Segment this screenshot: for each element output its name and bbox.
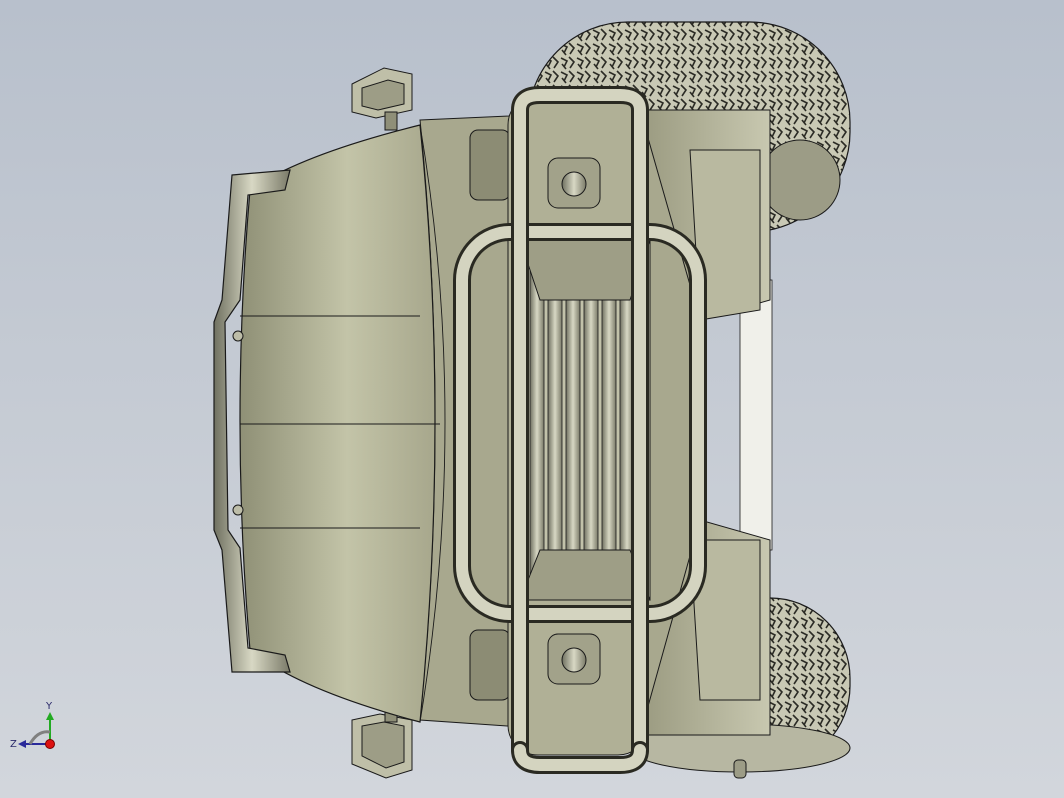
z-axis-label: Z	[10, 739, 17, 750]
cad-viewport[interactable]: Y Z	[0, 0, 1064, 798]
rear-panel	[739, 279, 773, 551]
vehicle-model[interactable]	[0, 0, 1064, 798]
mirror-top[interactable]	[351, 67, 413, 131]
hood[interactable]	[239, 124, 436, 723]
y-axis-label: Y	[45, 701, 53, 712]
orientation-triad[interactable]: Y Z	[8, 696, 68, 756]
headlight-bottom	[547, 633, 601, 685]
x-axis-origin	[45, 739, 55, 749]
headlight-top	[547, 157, 601, 209]
